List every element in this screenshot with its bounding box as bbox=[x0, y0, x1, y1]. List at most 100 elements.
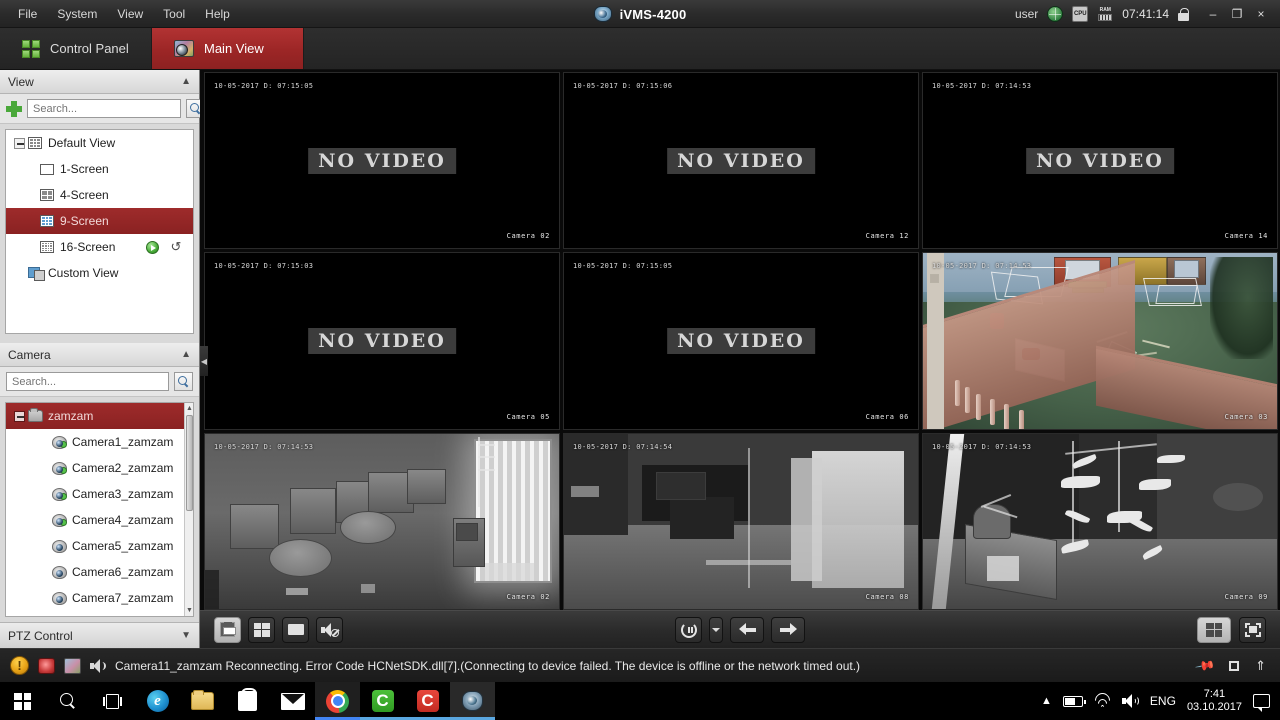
app-red-button[interactable]: C bbox=[405, 682, 450, 720]
menu-view[interactable]: View bbox=[107, 3, 153, 25]
refresh-icon[interactable]: ↺ bbox=[169, 239, 183, 254]
expander-default-view[interactable] bbox=[12, 137, 26, 149]
menu-file[interactable]: File bbox=[8, 3, 47, 25]
edge-button[interactable]: e bbox=[135, 682, 180, 720]
close-button[interactable]: × bbox=[1250, 4, 1272, 24]
video-grid-area: 10-05-2017 D: 07:15:05 NO VIDEO Camera 0… bbox=[200, 70, 1280, 610]
video-cell-7[interactable]: 10-05-2017 D: 07:14:53 Camera 02 bbox=[204, 432, 560, 610]
menu-help[interactable]: Help bbox=[195, 3, 240, 25]
list-item-camera1[interactable]: Camera1_zamzam bbox=[6, 429, 193, 455]
chevron-up-double-icon[interactable]: ⇑ bbox=[1255, 659, 1266, 672]
fullscreen-button[interactable] bbox=[1239, 616, 1266, 643]
list-item-camera6[interactable]: Camera6_zamzam bbox=[6, 559, 193, 585]
language-indicator[interactable]: ENG bbox=[1150, 694, 1176, 708]
next-button[interactable] bbox=[771, 616, 805, 643]
single-screen-button[interactable] bbox=[282, 616, 309, 643]
camera-search-button[interactable] bbox=[174, 372, 193, 391]
ivms-button[interactable] bbox=[450, 682, 495, 720]
chrome-button[interactable] bbox=[315, 682, 360, 720]
volume-icon[interactable] bbox=[1121, 694, 1139, 708]
list-item-camera3[interactable]: Camera3_zamzam bbox=[6, 481, 193, 507]
task-view-button[interactable] bbox=[90, 682, 135, 720]
previous-button[interactable] bbox=[730, 616, 764, 643]
menu-tool[interactable]: Tool bbox=[153, 3, 195, 25]
video-cell-3[interactable]: 10-05-2017 D: 07:14:53 NO VIDEO Camera 1… bbox=[922, 72, 1278, 250]
tree-item-custom-view[interactable]: Custom View bbox=[6, 260, 193, 286]
battery-icon[interactable] bbox=[1062, 695, 1086, 707]
clock[interactable]: 7:41 03.10.2017 bbox=[1187, 688, 1242, 714]
list-item-camera5[interactable]: Camera5_zamzam bbox=[6, 533, 193, 559]
lock-icon[interactable] bbox=[1178, 7, 1189, 21]
camera-icon bbox=[50, 591, 68, 605]
camera-panel-header[interactable]: Camera ▲ bbox=[0, 343, 199, 367]
wifi-icon[interactable] bbox=[1091, 689, 1114, 711]
tree-item-1-screen[interactable]: 1-Screen bbox=[6, 156, 193, 182]
chevron-up-icon[interactable]: ▲ bbox=[181, 76, 191, 87]
video-cell-4[interactable]: 10-05-2017 D: 07:15:03 NO VIDEO Camera 0… bbox=[204, 252, 560, 430]
maximize-icon[interactable] bbox=[1229, 660, 1240, 671]
globe-icon[interactable] bbox=[1047, 6, 1064, 22]
file-explorer-button[interactable] bbox=[180, 682, 225, 720]
chevron-up-icon[interactable]: ▲ bbox=[181, 349, 191, 360]
video-cell-1[interactable]: 10-05-2017 D: 07:15:05 NO VIDEO Camera 0… bbox=[204, 72, 560, 250]
plus-icon[interactable] bbox=[6, 100, 22, 117]
notification-icon[interactable] bbox=[1253, 694, 1270, 712]
list-item-camera4[interactable]: Camera4_zamzam bbox=[6, 507, 193, 533]
mail-button[interactable] bbox=[270, 682, 315, 720]
warning-icon[interactable]: ! bbox=[10, 656, 29, 675]
camera-icon bbox=[50, 565, 68, 579]
ram-icon[interactable]: RAM bbox=[1097, 6, 1113, 22]
auto-switch-button[interactable] bbox=[675, 616, 702, 643]
expander-zamzam[interactable] bbox=[12, 410, 26, 422]
scrollbar-thumb[interactable] bbox=[186, 415, 193, 511]
view-panel-header[interactable]: View ▲ bbox=[0, 70, 199, 94]
list-item-camera2[interactable]: Camera2_zamzam bbox=[6, 455, 193, 481]
start-button[interactable] bbox=[0, 682, 45, 720]
camera-list-scrollbar[interactable]: ▲ ▼ bbox=[184, 403, 193, 616]
mute-button[interactable] bbox=[316, 616, 343, 643]
tab-control-panel[interactable]: Control Panel bbox=[0, 28, 152, 69]
scroll-up-arrow[interactable]: ▲ bbox=[186, 404, 193, 413]
menu-system[interactable]: System bbox=[47, 3, 107, 25]
save-view-button[interactable] bbox=[214, 616, 241, 643]
main-view-icon bbox=[174, 40, 194, 57]
chevron-down-icon[interactable]: ▼ bbox=[181, 630, 191, 641]
list-item-camera7[interactable]: Camera7_zamzam bbox=[6, 585, 193, 611]
camera-tree[interactable]: zamzam Camera1_zamzam Camera2_zamzam Cam… bbox=[5, 402, 194, 617]
collapse-left-icon[interactable]: ◀ bbox=[200, 346, 208, 376]
video-cell-5[interactable]: 10-05-2017 D: 07:15:05 NO VIDEO Camera 0… bbox=[563, 252, 919, 430]
play-green-icon[interactable] bbox=[146, 240, 159, 254]
tree-item-4-screen[interactable]: 4-Screen bbox=[6, 182, 193, 208]
search-button[interactable] bbox=[45, 682, 90, 720]
video-cell-9[interactable]: 10-05-2017 D: 07:14:53 Camera 09 bbox=[922, 432, 1278, 610]
video-cell-2[interactable]: 10-05-2017 D: 07:15:06 NO VIDEO Camera 1… bbox=[563, 72, 919, 250]
chevron-up-icon[interactable]: ▲ bbox=[1041, 695, 1052, 707]
tree-item-default-view[interactable]: Default View bbox=[6, 130, 193, 156]
camera-search-input[interactable] bbox=[6, 372, 169, 391]
video-cell-6[interactable]: 10-05-2017 D: 07:14:53 Camera 03 bbox=[922, 252, 1278, 430]
ptz-panel-header[interactable]: PTZ Control ▼ bbox=[0, 622, 199, 648]
camera-icon bbox=[50, 461, 68, 475]
pin-icon[interactable]: 📌 bbox=[1194, 654, 1216, 676]
ivms-main-window: File System View Tool Help iVMS-4200 use… bbox=[0, 0, 1280, 720]
cpu-icon[interactable]: CPU bbox=[1072, 6, 1089, 22]
tab-main-view[interactable]: Main View bbox=[152, 28, 304, 69]
tree-item-9-screen[interactable]: 9-Screen bbox=[6, 208, 193, 234]
layout-selector-button[interactable] bbox=[1197, 616, 1231, 643]
multi-layout-button[interactable] bbox=[248, 616, 275, 643]
app-green-button[interactable]: C bbox=[360, 682, 405, 720]
picture-icon[interactable] bbox=[64, 657, 81, 674]
app-green-icon: C bbox=[371, 690, 394, 712]
audio-icon[interactable] bbox=[90, 658, 106, 673]
minimize-button[interactable]: – bbox=[1202, 4, 1224, 24]
auto-switch-dropdown[interactable] bbox=[709, 616, 723, 643]
tree-item-16-screen[interactable]: 16-Screen ↺ bbox=[6, 234, 193, 260]
view-search-input[interactable] bbox=[27, 99, 181, 118]
video-cell-8[interactable]: 10-05-2017 D: 07:14:54 Camera 08 bbox=[563, 432, 919, 610]
store-button[interactable] bbox=[225, 682, 270, 720]
restore-button[interactable]: ❐ bbox=[1226, 4, 1248, 24]
view-tree[interactable]: Default View 1-Screen 4-Screen 9-Screen bbox=[5, 129, 194, 334]
tree-item-group-zamzam[interactable]: zamzam bbox=[6, 403, 193, 429]
scroll-down-arrow[interactable]: ▼ bbox=[186, 606, 193, 615]
alarm-icon[interactable] bbox=[38, 657, 55, 674]
